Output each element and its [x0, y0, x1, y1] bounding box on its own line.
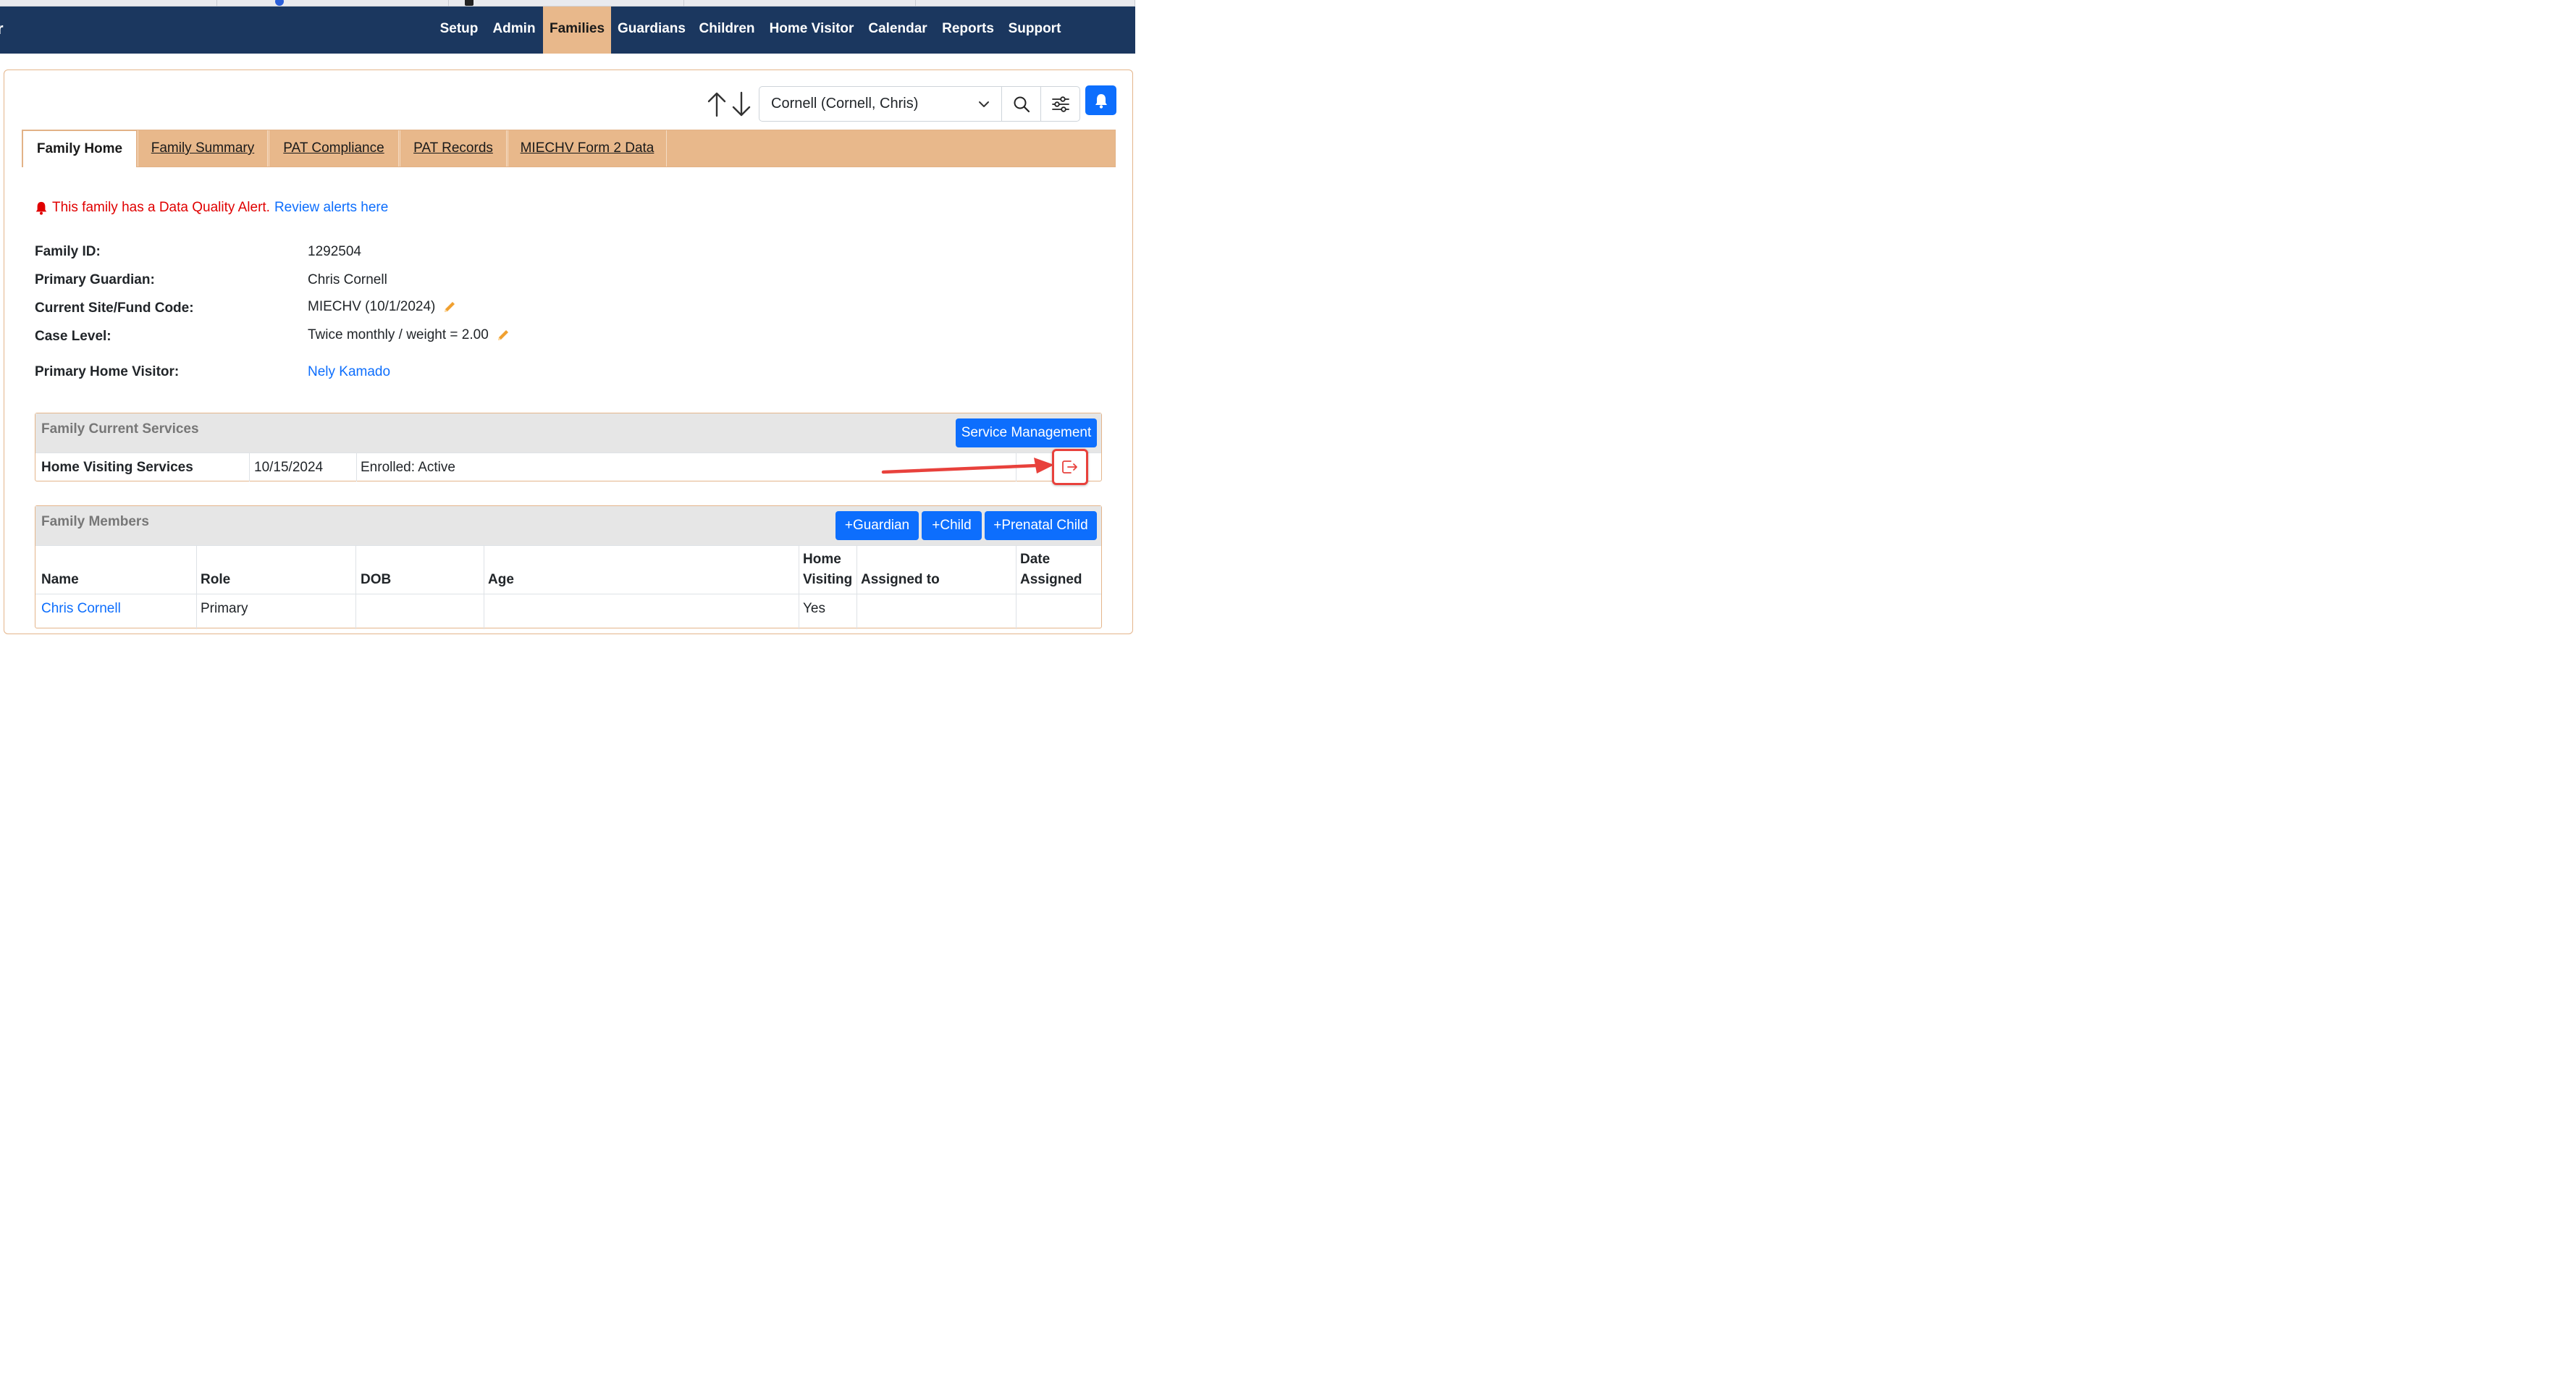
divider	[196, 545, 197, 629]
divider	[249, 453, 250, 481]
divider	[356, 453, 357, 481]
primary-home-visitor-link[interactable]: Nely Kamado	[308, 364, 390, 380]
arrow-down-icon[interactable]	[731, 90, 752, 119]
browser-tab[interactable]	[916, 0, 1135, 7]
service-management-button[interactable]: Service Management	[956, 418, 1097, 447]
pencil-edit-icon[interactable]	[496, 328, 510, 342]
disenroll-service-button[interactable]	[1052, 449, 1088, 485]
notifications-button[interactable]	[1085, 85, 1116, 115]
case-level-value: Twice monthly / weight = 2.00	[308, 327, 510, 343]
column-header-age[interactable]: Age	[488, 570, 514, 590]
column-header-role[interactable]: Role	[201, 570, 230, 590]
tab-pat-compliance[interactable]: PAT Compliance	[269, 130, 399, 167]
nav-item-reports[interactable]: Reports	[936, 7, 1000, 54]
review-alerts-link[interactable]: Review alerts here	[274, 200, 388, 216]
tab-pat-records[interactable]: PAT Records	[400, 130, 507, 167]
divider	[355, 545, 356, 629]
column-header-date-assigned[interactable]: Date Assigned	[1020, 550, 1082, 590]
tab-family-summary[interactable]: Family Summary	[138, 130, 268, 167]
panel-title: Family Current Services	[41, 421, 199, 437]
column-header-assigned-to[interactable]: Assigned to	[861, 570, 940, 590]
top-navigation-bar: r Setup Admin Families Guardians Childre…	[0, 7, 1135, 54]
primary-home-visitor-label: Primary Home Visitor:	[35, 364, 180, 379]
browser-tab[interactable]	[0, 0, 217, 7]
filter-button[interactable]	[1040, 86, 1080, 122]
filter-sliders-icon	[1051, 96, 1069, 112]
chevron-down-icon	[979, 101, 989, 107]
search-icon	[1014, 96, 1030, 112]
column-header-home-visiting[interactable]: Home Visiting	[803, 550, 855, 590]
add-prenatal-child-button[interactable]: +Prenatal Child	[985, 511, 1097, 540]
column-header-dob[interactable]: DOB	[361, 570, 391, 590]
tab-miechv-form-2-data[interactable]: MIECHV Form 2 Data	[508, 130, 667, 167]
alert-bell-icon	[35, 201, 47, 215]
primary-guardian-text: Chris Cornell	[308, 272, 387, 287]
service-status: Enrolled: Active	[361, 460, 455, 475]
tab-family-home[interactable]: Family Home	[22, 130, 137, 167]
site-fund-code-label: Current Site/Fund Code:	[35, 300, 194, 316]
service-date: 10/15/2024	[254, 460, 324, 475]
nav-item-children[interactable]: Children	[694, 7, 760, 54]
nav-item-home-visitor[interactable]: Home Visitor	[763, 7, 860, 54]
arrow-up-icon[interactable]	[706, 90, 728, 119]
pencil-edit-icon[interactable]	[442, 300, 457, 314]
annotation-arrow-icon	[881, 458, 1054, 474]
member-home-visiting: Yes	[803, 601, 825, 616]
primary-guardian-label: Primary Guardian:	[35, 272, 155, 287]
member-name-link[interactable]: Chris Cornell	[41, 601, 121, 617]
browser-tab[interactable]	[449, 0, 684, 7]
site-fund-code-text: MIECHV (10/1/2024)	[308, 299, 436, 314]
nav-item-guardians[interactable]: Guardians	[613, 7, 691, 54]
case-level-text: Twice monthly / weight = 2.00	[308, 327, 489, 342]
nav-item-families[interactable]: Families	[543, 7, 611, 54]
browser-tab-favicon-icon	[465, 0, 473, 6]
search-button[interactable]	[1001, 86, 1041, 122]
add-child-button[interactable]: +Child	[922, 511, 982, 540]
family-select-value: Cornell (Cornell, Chris)	[771, 96, 919, 111]
add-guardian-button[interactable]: +Guardian	[835, 511, 919, 540]
service-name: Home Visiting Services	[41, 460, 193, 475]
brand-logo-fragment: r	[0, 20, 4, 38]
family-select-dropdown[interactable]: Cornell (Cornell, Chris)	[759, 86, 1002, 122]
data-quality-alert: This family has a Data Quality Alert. Re…	[35, 200, 388, 216]
browser-tab[interactable]	[684, 0, 916, 7]
family-id-value: 1292504	[308, 244, 361, 260]
nav-item-admin[interactable]: Admin	[487, 7, 542, 54]
column-header-name[interactable]: Name	[41, 570, 79, 590]
panel-title: Family Members	[41, 514, 149, 529]
nav-item-calendar[interactable]: Calendar	[863, 7, 933, 54]
bell-icon	[1095, 93, 1107, 109]
nav-item-support[interactable]: Support	[1003, 7, 1066, 54]
divider	[35, 545, 1101, 546]
primary-guardian-value: Chris Cornell	[308, 272, 387, 288]
browser-tab-strip	[0, 0, 1135, 7]
site-fund-code-value: MIECHV (10/1/2024)	[308, 299, 457, 315]
alert-text: This family has a Data Quality Alert.	[52, 200, 270, 215]
family-members-panel: Family Members +Guardian +Child +Prenata…	[35, 505, 1102, 629]
browser-tab[interactable]	[217, 0, 449, 7]
family-id-label: Family ID:	[35, 244, 101, 259]
primary-home-visitor-text: Nely Kamado	[308, 364, 391, 379]
nav-item-setup[interactable]: Setup	[433, 7, 485, 54]
case-level-label: Case Level:	[35, 329, 111, 344]
family-id-text: 1292504	[308, 244, 361, 259]
member-role: Primary	[201, 601, 248, 616]
family-tabs: Family Home Family Summary PAT Complianc…	[22, 130, 1116, 167]
divider	[856, 545, 857, 629]
exit-service-icon	[1062, 460, 1077, 474]
